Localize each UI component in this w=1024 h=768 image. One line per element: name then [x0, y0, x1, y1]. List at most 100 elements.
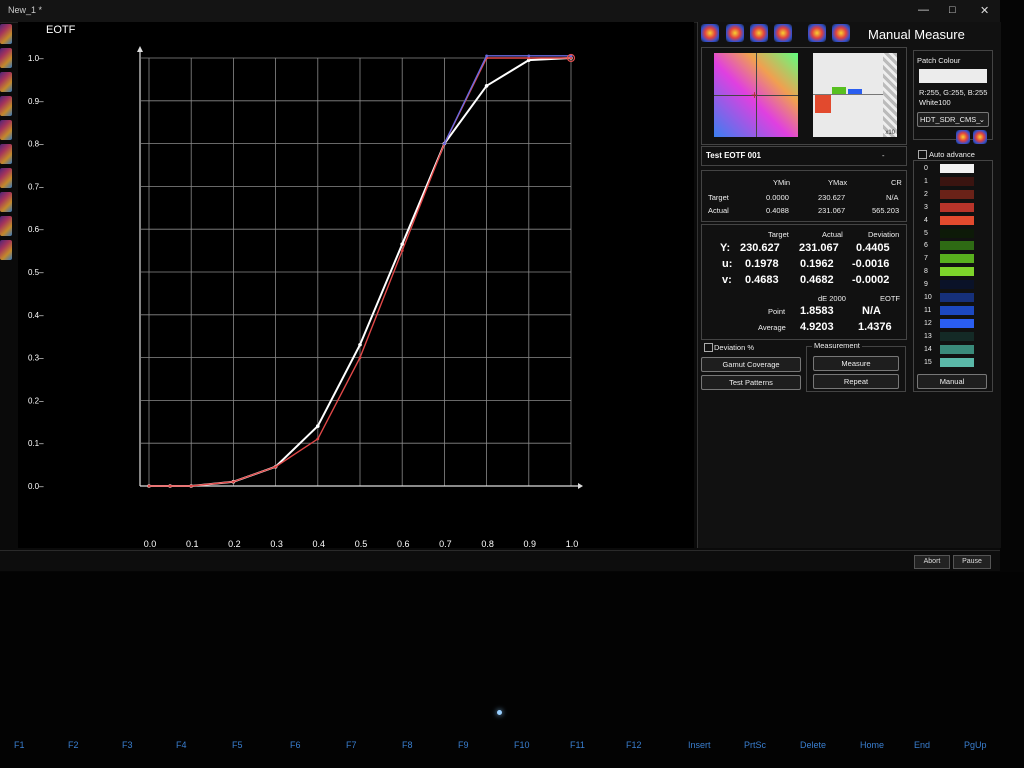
auto-advance-checkbox[interactable]: [918, 150, 927, 159]
patch-swatch[interactable]: [940, 305, 974, 315]
maximize-button[interactable]: □: [949, 4, 956, 16]
eotf-chart: 0.0 0.1 0.2 0.3 0.4 0.5 0.6 0.7 0.8 0.9 1.0 0.0– 0.1…: [28, 46, 583, 549]
summary-header-cr: CR: [891, 178, 902, 187]
test-patterns-button[interactable]: Test Patterns: [701, 375, 801, 390]
patch-swatch[interactable]: [940, 280, 974, 290]
detail-row-label: v:: [722, 274, 732, 286]
keyboard-key: F4: [176, 740, 187, 750]
manual-button[interactable]: Manual: [917, 374, 987, 389]
patch-number[interactable]: 11: [924, 307, 931, 314]
patch-set-value: HDT_SDR_CMS_: [920, 115, 981, 124]
zoom-label: x10: [885, 130, 895, 136]
patch-colour-swatch: [919, 69, 987, 83]
keyboard-key: F9: [458, 740, 469, 750]
patch-number[interactable]: 10: [924, 294, 932, 301]
keyboard-key: F1: [14, 740, 25, 750]
close-button[interactable]: ✕: [980, 4, 989, 17]
patch-rgb: R:255, G:255, B:255: [919, 88, 988, 97]
average-de: 4.9203: [800, 321, 834, 333]
detail-cell: 230.627: [740, 242, 780, 254]
status-bar: [0, 550, 1000, 571]
keyboard-key: PrtSc: [744, 740, 767, 750]
patch-number[interactable]: 13: [924, 333, 932, 340]
patch-swatch[interactable]: [940, 189, 974, 199]
patch-number[interactable]: 6: [924, 242, 928, 249]
eotf-header: EOTF: [880, 294, 900, 303]
patch-number[interactable]: 14: [924, 346, 932, 353]
patch-number[interactable]: 0: [924, 165, 928, 172]
summary-header-ymin: YMin: [773, 178, 791, 187]
data-point: [147, 484, 151, 488]
measure-button[interactable]: Measure: [813, 356, 899, 371]
point-label: Point: [768, 307, 786, 316]
data-point: [484, 84, 489, 88]
monitor-screen: New_1 * — □ ✕ EOTF 0.0 0.1 0.2 0.3 0.4 0.5 0.6…: [0, 0, 1001, 571]
colorchecker-icon[interactable]: [726, 24, 744, 42]
palette-icon[interactable]: [832, 24, 850, 42]
measurement-group-label: Measurement: [812, 341, 862, 350]
y-tick-label: 1.0–: [28, 54, 44, 63]
summary-header-ymax: YMax: [828, 178, 848, 187]
patch-swatch[interactable]: [940, 318, 974, 328]
summary-cell: 0.0000: [766, 193, 789, 202]
patch-number[interactable]: 7: [924, 255, 928, 262]
repeat-button[interactable]: Repeat: [813, 374, 899, 389]
saturation-icon[interactable]: [774, 24, 792, 42]
patch-swatch[interactable]: [940, 254, 974, 264]
minimize-button[interactable]: —: [918, 4, 929, 16]
patch-number[interactable]: 9: [924, 281, 928, 288]
tools-icon[interactable]: [808, 24, 826, 42]
settings-icon[interactable]: [956, 130, 970, 144]
patch-swatch[interactable]: [940, 267, 974, 277]
detail-row-label: Y:: [720, 242, 731, 254]
patch-name: White100: [919, 98, 951, 107]
x-tick-label: 0.5: [355, 539, 368, 549]
patch-colour-label: Patch Colour: [917, 56, 961, 65]
patch-number[interactable]: 3: [924, 204, 928, 211]
patch-swatch[interactable]: [940, 176, 974, 186]
patch-swatch[interactable]: [940, 344, 974, 354]
patch-number[interactable]: 5: [924, 230, 928, 237]
patch-number[interactable]: 4: [924, 217, 928, 224]
keyboard-key: F8: [402, 740, 413, 750]
detail-cell: 231.067: [799, 242, 839, 254]
patch-swatch[interactable]: [940, 202, 974, 212]
x-tick-label: 0.4: [313, 539, 326, 549]
x-tick-label: 0.3: [270, 539, 283, 549]
patch-set-dropdown[interactable]: HDT_SDR_CMS_ ⌄: [917, 112, 989, 127]
patch-swatch[interactable]: [940, 215, 974, 225]
gamut-coverage-button[interactable]: Gamut Coverage: [701, 357, 801, 372]
y-tick-label: 0.4–: [28, 311, 44, 320]
patch-number[interactable]: 15: [924, 359, 932, 366]
point-eotf: N/A: [862, 305, 881, 317]
data-point: [400, 249, 404, 253]
grayscale-icon[interactable]: [750, 24, 768, 42]
patch-swatch[interactable]: [940, 241, 974, 251]
patch-swatch[interactable]: [940, 228, 974, 238]
series-line: [443, 55, 571, 144]
detail-cell: 0.1978: [745, 258, 779, 270]
deviation-pct-checkbox[interactable]: [704, 343, 713, 352]
patch-number[interactable]: 12: [924, 320, 932, 327]
patch-swatch[interactable]: [940, 331, 974, 341]
rgb-balance-plot: x10: [813, 53, 897, 137]
patch-number[interactable]: 8: [924, 268, 928, 275]
pause-button[interactable]: Pause: [953, 555, 991, 569]
point-de: 1.8583: [800, 305, 834, 317]
patch-swatch[interactable]: [940, 293, 974, 302]
patch-swatch[interactable]: [940, 164, 974, 173]
abort-button[interactable]: Abort: [914, 555, 950, 569]
x-tick-label: 0.8: [481, 539, 494, 549]
keyboard-key: F3: [122, 740, 133, 750]
keyboard-key: PgUp: [964, 740, 987, 750]
gamut-icon[interactable]: [701, 24, 719, 42]
patch-swatch[interactable]: [940, 357, 974, 367]
data-point: [316, 437, 320, 441]
patch-number[interactable]: 1: [924, 178, 928, 185]
keyboard-key: F10: [514, 740, 530, 750]
summary-row-label: Target: [708, 193, 729, 202]
x-tick-label: 1.0: [566, 539, 579, 549]
patch-number[interactable]: 2: [924, 191, 928, 198]
pattern-icon[interactable]: [973, 130, 987, 144]
detail-header-deviation: Deviation: [868, 230, 900, 239]
